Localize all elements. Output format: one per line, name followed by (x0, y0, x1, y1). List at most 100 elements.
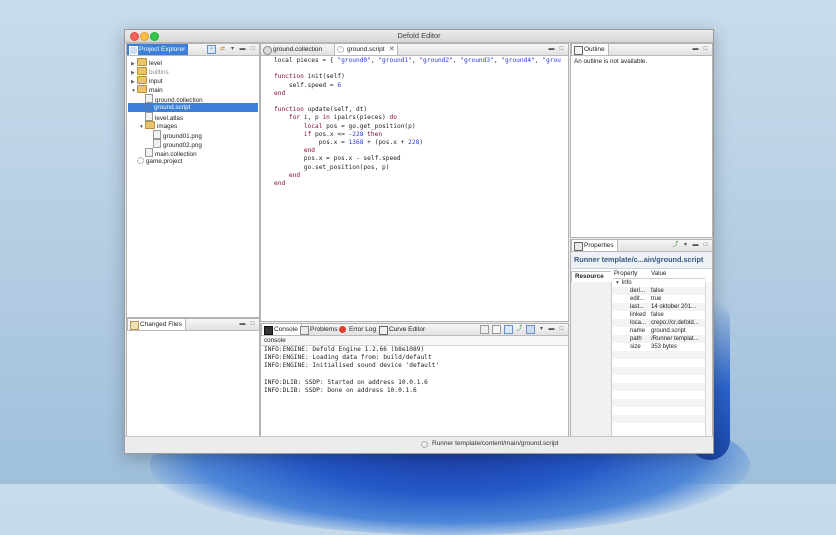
tab-project-explorer-label: Project Explorer (139, 46, 186, 53)
view-menu-icon[interactable]: ▾ (229, 46, 236, 53)
code-token: "grou (542, 57, 561, 64)
code-line: local pieces = { "ground0", "ground1", "… (274, 57, 561, 65)
pin-view-icon[interactable]: ⤴ (672, 242, 679, 249)
property-value: ground.script (651, 328, 686, 334)
tab-error-log-label: Error Log (349, 326, 377, 333)
tree-item[interactable]: level.atlas (128, 112, 258, 122)
code-token: ) (419, 139, 424, 146)
code-token: end (288, 171, 301, 179)
col-value-header: Value (651, 270, 667, 277)
tab-project-explorer[interactable]: Project Explorer (127, 44, 189, 55)
code-text-area[interactable]: local pieces = { "ground0", "ground1", "… (261, 55, 568, 321)
tree-item[interactable]: ▶ builtins (128, 67, 258, 76)
maximize-view-icon[interactable]: □ (249, 46, 256, 53)
minimize-view-icon[interactable]: ▬ (548, 46, 555, 53)
resource-section-label: Resource (575, 273, 604, 280)
code-editor-pane: ground.collection ground.script ✕ ▬ □ lo… (260, 43, 569, 322)
tab-error-log[interactable]: Error Log (337, 324, 379, 335)
tab-properties[interactable]: Properties (571, 240, 618, 251)
info-group-label: Info (621, 280, 632, 286)
property-name: loca... (630, 320, 647, 326)
property-row-empty (612, 423, 705, 431)
minimize-view-icon[interactable]: ▬ (239, 46, 246, 53)
clear-console-icon[interactable] (480, 325, 489, 334)
maximize-view-icon[interactable]: □ (249, 321, 256, 328)
script-status-icon (421, 441, 428, 448)
tree-item[interactable]: ▼ images (128, 121, 258, 130)
code-line: function update(self, dt) (274, 106, 367, 114)
editor-toolbar: ▬ □ (548, 45, 565, 54)
property-name: linked (630, 312, 646, 318)
tab-ground-collection[interactable]: ground.collection (261, 44, 325, 55)
file-icon (145, 94, 153, 103)
property-row[interactable]: edit... true (612, 295, 705, 303)
tab-ground-script[interactable]: ground.script ✕ (334, 44, 398, 55)
tree-item[interactable]: ground.script (128, 103, 258, 112)
property-row[interactable]: size 353 bytes (612, 343, 705, 351)
display-console-icon[interactable] (504, 325, 513, 334)
tree-item[interactable]: ground.collection (128, 94, 258, 104)
property-row[interactable]: linked false (612, 311, 705, 319)
property-row[interactable]: path/Runner templat... (612, 335, 705, 343)
tab-changed-files[interactable]: Changed Files (127, 319, 186, 330)
code-token: update(self, dt) (303, 106, 368, 114)
code-token: init(self) (303, 73, 345, 81)
property-row[interactable]: name ground.script (612, 327, 705, 335)
code-token: end (303, 147, 315, 155)
close-window-button[interactable] (130, 32, 139, 41)
tree-item[interactable]: game.project (128, 157, 258, 166)
tab-curve-editor[interactable]: Curve Editor (377, 324, 428, 335)
title-bar: Defold Editor (125, 30, 713, 43)
code-token: i, p (300, 114, 323, 122)
minimize-window-button[interactable] (140, 32, 149, 41)
properties-scrollbar[interactable] (705, 282, 712, 436)
tab-curve-editor-label: Curve Editor (389, 326, 426, 333)
view-menu-icon[interactable]: ▾ (682, 242, 689, 249)
tree-item[interactable]: ▶ input (128, 76, 258, 85)
property-value: false (651, 312, 664, 318)
console-output[interactable]: INFO:ENGINE: Defold Engine 1.2.66 (b8e10… (264, 346, 568, 436)
code-line: local pos = go.get_position(p) (274, 123, 416, 131)
properties-toolbar: ⤴ ▾ ▬ □ (672, 241, 709, 250)
file-icon (153, 139, 161, 148)
minimize-view-icon[interactable]: ▬ (548, 326, 555, 333)
outline-message: An outline is not available. (574, 58, 648, 65)
property-row[interactable]: last... 14 oktober 201... (612, 303, 705, 311)
tree-item[interactable]: main.collection (128, 148, 258, 158)
maximize-view-icon[interactable]: □ (702, 46, 709, 53)
maximize-view-icon[interactable]: □ (558, 46, 565, 53)
info-group-row[interactable]: ▼ Info (615, 279, 632, 287)
code-token: "ground0" (337, 57, 371, 64)
minimize-view-icon[interactable]: ▬ (692, 242, 699, 249)
property-name: edit... (630, 296, 645, 302)
tab-outline[interactable]: Outline (571, 44, 609, 55)
tree-item[interactable]: ground02.png (128, 139, 258, 149)
property-row[interactable]: loca... crepo://cr.defold... (612, 319, 705, 327)
view-menu-icon[interactable]: ▾ (538, 326, 545, 333)
property-row[interactable]: deri... false (612, 287, 705, 295)
tree-item-label: builtins (149, 69, 169, 76)
tree-item[interactable]: ground01.png (128, 130, 258, 140)
maximize-view-icon[interactable]: □ (702, 242, 709, 249)
tree-item[interactable]: ▼ main (128, 85, 258, 94)
code-token: self.speed = (274, 81, 338, 89)
minimize-view-icon[interactable]: ▬ (239, 321, 246, 328)
tree-item[interactable]: ▶ level (128, 58, 258, 67)
maximize-window-button[interactable] (150, 32, 159, 41)
properties-pane: Properties ⤴ ▾ ▬ □ Runner template/c...a… (570, 239, 713, 437)
property-name: size (630, 344, 641, 350)
link-editor-icon[interactable]: ⇄ (219, 46, 226, 53)
tab-console[interactable]: Console (261, 324, 302, 335)
property-row-empty (612, 415, 705, 423)
pin-console-icon[interactable]: ⤴ (516, 326, 523, 333)
new-console-icon[interactable] (526, 325, 535, 334)
tab-problems[interactable]: Problems (298, 324, 340, 335)
close-tab-icon[interactable]: ✕ (389, 44, 395, 55)
scroll-lock-icon[interactable] (492, 325, 501, 334)
maximize-view-icon[interactable]: □ (558, 326, 565, 333)
minimize-view-icon[interactable]: ▬ (692, 46, 699, 53)
collapse-all-icon[interactable]: − (207, 45, 216, 54)
